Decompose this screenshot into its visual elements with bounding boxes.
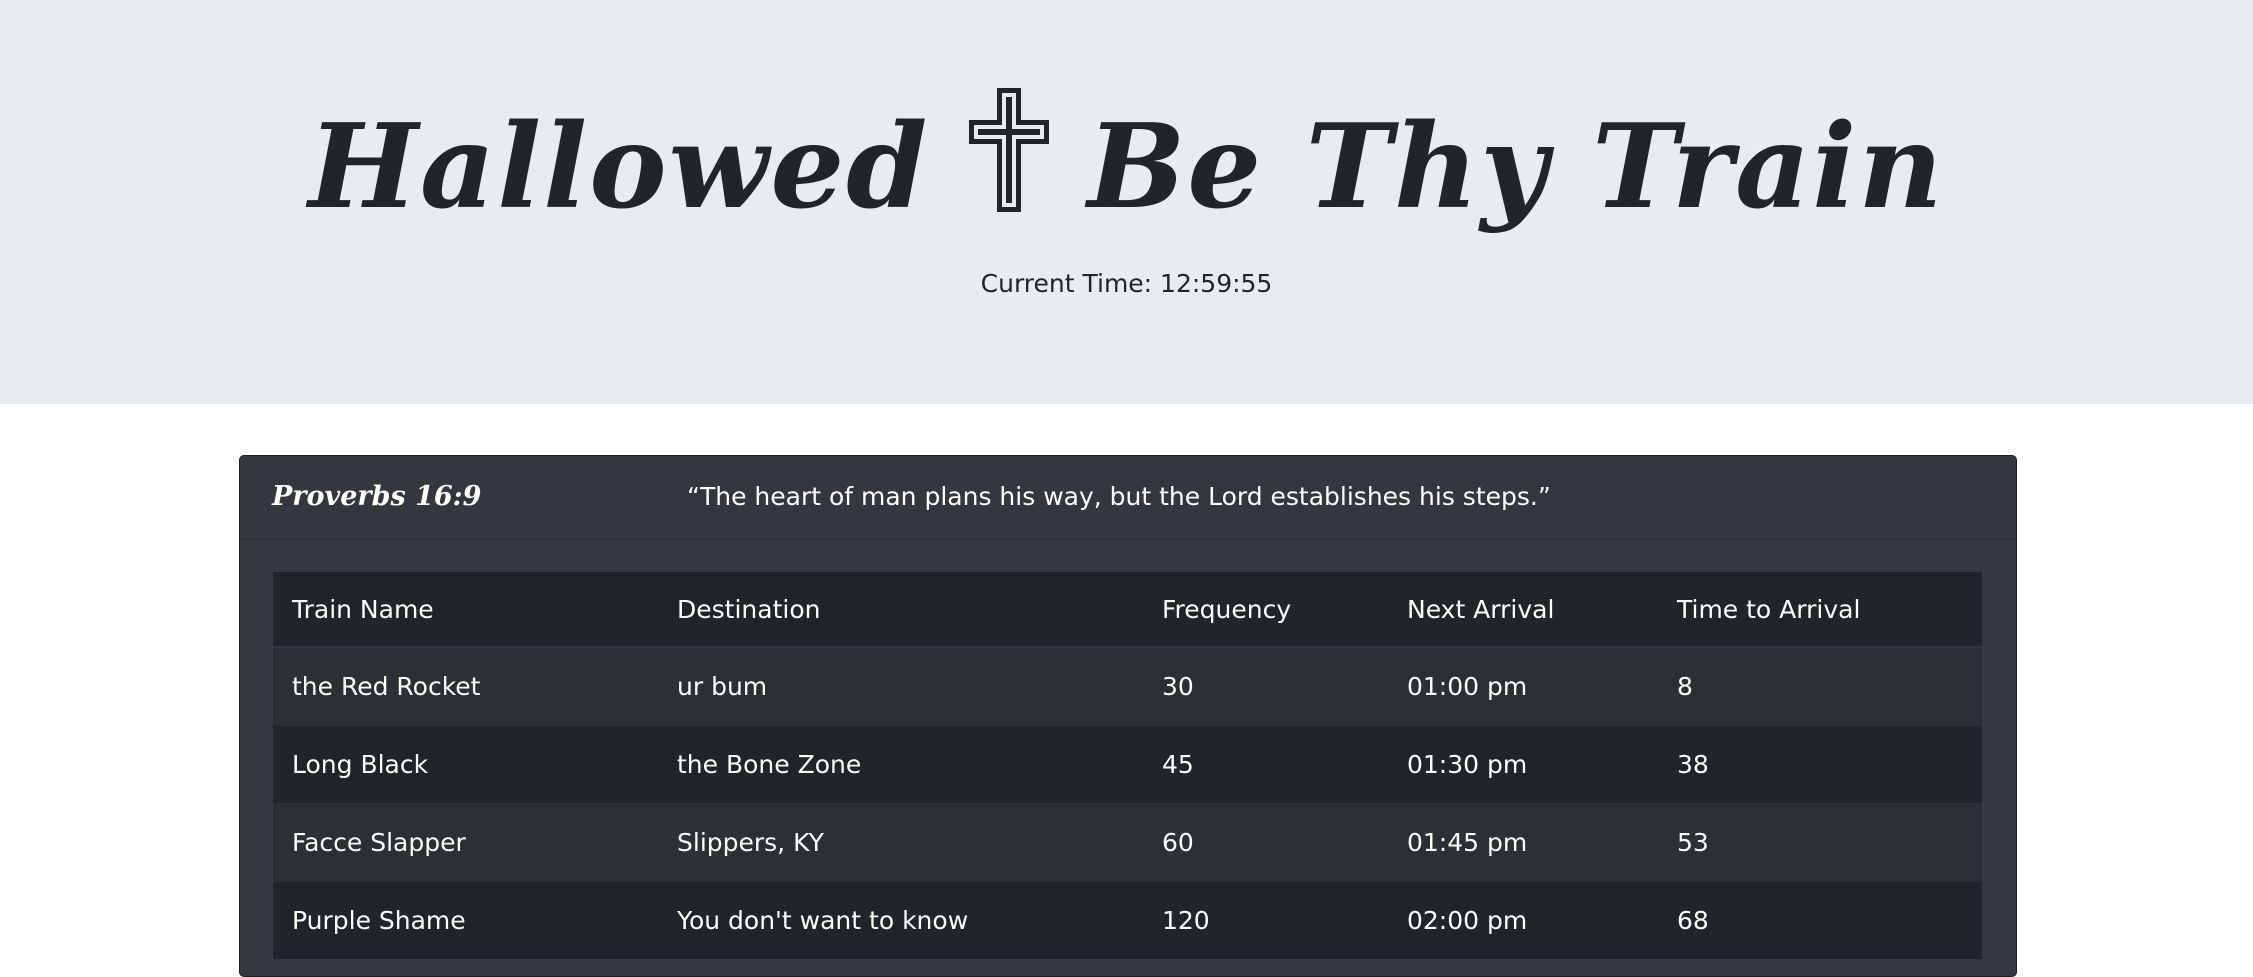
column-header-train-name: Train Name — [273, 572, 658, 648]
cell-time-to-arrival: 8 — [1658, 646, 1982, 726]
column-header-time-to-arrival: Time to Arrival — [1658, 572, 1982, 648]
cell-destination: Slippers, KY — [658, 803, 1143, 882]
cell-next-arrival: 01:45 pm — [1388, 803, 1658, 882]
title-right-text: Be Thy Train — [1087, 99, 1945, 235]
cell-train-name: Long Black — [273, 725, 658, 804]
jumbotron-header: Hallowed Be Thy Train Current Time: 12:5… — [0, 0, 2253, 404]
latin-cross-icon — [967, 86, 1051, 249]
cell-frequency: 30 — [1143, 646, 1388, 726]
cell-next-arrival: 01:00 pm — [1388, 646, 1658, 726]
cell-destination: You don't want to know — [658, 881, 1143, 959]
verse-text: “The heart of man plans his way, but the… — [687, 482, 1551, 511]
column-header-destination: Destination — [658, 572, 1143, 648]
column-header-frequency: Frequency — [1143, 572, 1388, 648]
table-row: Facce Slapper Slippers, KY 60 01:45 pm 5… — [273, 803, 1982, 882]
cell-frequency: 45 — [1143, 725, 1388, 804]
cell-time-to-arrival: 53 — [1658, 803, 1982, 882]
current-time-label: Current Time: 12:59:55 — [980, 269, 1273, 298]
cell-destination: the Bone Zone — [658, 725, 1143, 804]
column-header-next-arrival: Next Arrival — [1388, 572, 1658, 648]
card-header: Proverbs 16:9 “The heart of man plans hi… — [240, 456, 2016, 540]
cell-train-name: Facce Slapper — [273, 803, 658, 882]
table-row: Long Black the Bone Zone 45 01:30 pm 38 — [273, 725, 1982, 804]
table-header-row: Train Name Destination Frequency Next Ar… — [273, 572, 1982, 648]
schedule-table: Train Name Destination Frequency Next Ar… — [273, 572, 1982, 959]
schedule-table-wrapper: Train Name Destination Frequency Next Ar… — [273, 572, 1982, 959]
cell-train-name: the Red Rocket — [273, 646, 658, 726]
cell-next-arrival: 01:30 pm — [1388, 725, 1658, 804]
train-schedule-card: Proverbs 16:9 “The heart of man plans hi… — [239, 455, 2017, 977]
cell-frequency: 120 — [1143, 881, 1388, 959]
cell-time-to-arrival: 68 — [1658, 881, 1982, 959]
table-row: the Red Rocket ur bum 30 01:00 pm 8 — [273, 646, 1982, 726]
cell-time-to-arrival: 38 — [1658, 725, 1982, 804]
cell-train-name: Purple Shame — [273, 881, 658, 959]
verse-reference: Proverbs 16:9 — [272, 481, 482, 512]
title-left-text: Hallowed — [308, 99, 930, 235]
cell-frequency: 60 — [1143, 803, 1388, 882]
table-row: Purple Shame You don't want to know 120 … — [273, 881, 1982, 959]
page-title: Hallowed Be Thy Train — [0, 87, 2253, 259]
cell-destination: ur bum — [658, 646, 1143, 726]
cell-next-arrival: 02:00 pm — [1388, 881, 1658, 959]
